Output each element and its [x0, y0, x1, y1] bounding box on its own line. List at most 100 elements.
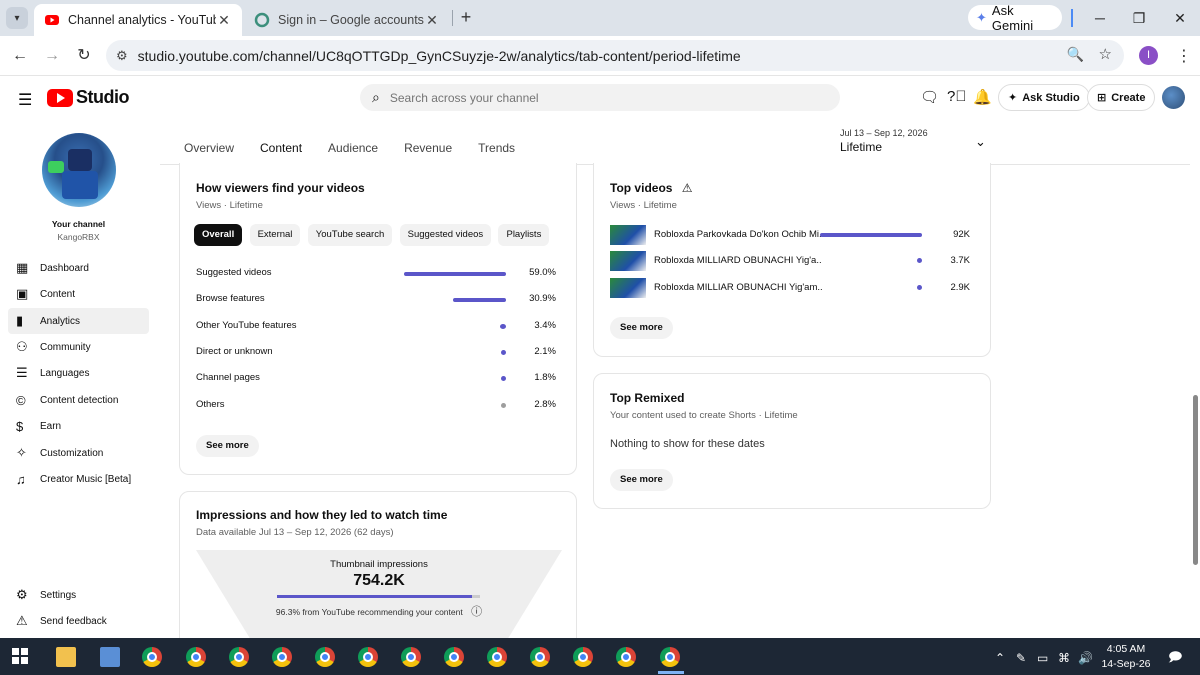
new-tab-button[interactable]: +: [456, 6, 476, 28]
see-more-button[interactable]: See more: [610, 469, 673, 491]
pen-icon[interactable]: ✎: [1016, 651, 1026, 665]
tab-revenue[interactable]: Revenue: [404, 130, 452, 165]
chrome-icon[interactable]: [186, 647, 206, 667]
restore-icon[interactable]: ❐: [1127, 6, 1151, 30]
chip-playlists[interactable]: Playlists: [498, 224, 550, 246]
close-tab-icon[interactable]: ✕: [216, 12, 232, 29]
chrome-icon[interactable]: [142, 647, 162, 667]
impressions-card: Impressions and how they led to watch ti…: [179, 491, 577, 651]
sidebar-item-languages[interactable]: ☰ Languages: [8, 360, 149, 386]
sidebar-item-settings[interactable]: ⚙ Settings: [8, 582, 149, 608]
ask-gemini-button[interactable]: ✦ Ask Gemini: [968, 2, 1062, 33]
bookmark-star-icon[interactable]: ☆: [1099, 45, 1112, 63]
chrome-icon[interactable]: [358, 647, 378, 667]
chrome-icon[interactable]: [530, 647, 550, 667]
chevron-up-icon[interactable]: ⌃: [995, 651, 1005, 665]
notifications-icon[interactable]: 🔔: [973, 88, 992, 106]
tab-search-button[interactable]: ▾: [6, 7, 28, 29]
account-avatar[interactable]: [1162, 86, 1185, 109]
channel-name: KangoRBX: [57, 232, 100, 242]
battery-icon[interactable]: ▭: [1037, 651, 1048, 665]
forward-icon[interactable]: →: [40, 44, 64, 68]
browser-menu-icon[interactable]: ⋮: [1176, 46, 1192, 66]
warning-icon[interactable]: ⚠: [682, 181, 693, 195]
chrome-icon[interactable]: [616, 647, 636, 667]
notification-center-icon[interactable]: 🗩: [1168, 648, 1182, 670]
sidebar-item-feedback[interactable]: ⚠ Send feedback: [8, 608, 149, 634]
chrome-icon[interactable]: [487, 647, 507, 667]
close-window-icon[interactable]: ✕: [1168, 6, 1192, 30]
channel-search[interactable]: ⌕: [360, 84, 840, 111]
video-thumbnail[interactable]: [610, 277, 646, 298]
chrome-icon[interactable]: [573, 647, 593, 667]
top-video-row[interactable]: Robloxda Parkovkada Do'kon Ochib Mi... 92…: [610, 225, 970, 245]
url-text: studio.youtube.com/channel/UC8qOTTGDp_Gy…: [137, 47, 741, 64]
chrome-icon[interactable]: [315, 647, 335, 667]
messages-icon[interactable]: 🗨: [920, 88, 939, 106]
zoom-icon[interactable]: 🔍: [1067, 46, 1084, 63]
top-video-row[interactable]: Robloxda MILLIARD OBUNACHI Yig'a... 3.7K: [610, 251, 970, 272]
traffic-source-row: Other YouTube features 3.4%: [196, 320, 556, 334]
address-bar[interactable]: ⚙ studio.youtube.com/channel/UC8qOTTGDp_…: [106, 40, 1124, 71]
tab-audience[interactable]: Audience: [328, 130, 378, 165]
tab-content[interactable]: Content: [260, 130, 303, 165]
video-thumbnail[interactable]: [610, 251, 646, 272]
browser-toolbar: ← → ↻ ⚙ studio.youtube.com/channel/UC8qO…: [0, 36, 1200, 76]
sidebar-item-dashboard[interactable]: ▦ Dashboard: [8, 255, 149, 281]
period-selector[interactable]: Jul 13 – Sep 12, 2026 Lifetime: [840, 128, 928, 154]
traffic-source-row: Browse features 30.9%: [196, 293, 556, 307]
sidebar-item-content[interactable]: ▣ Content: [8, 281, 149, 307]
top-videos-title: Top videos: [610, 181, 673, 195]
video-title[interactable]: Robloxda Parkovkada Do'kon Ochib Mi...: [654, 229, 822, 240]
create-button[interactable]: ⊞ Create: [1087, 84, 1156, 111]
sidebar-item-community[interactable]: ⚇ Community: [8, 334, 149, 360]
sidebar-item-customization[interactable]: ✧ Customization: [8, 440, 149, 466]
file-explorer-icon[interactable]: [56, 647, 76, 667]
reload-icon[interactable]: ↻: [72, 44, 96, 68]
windows-start-icon[interactable]: [12, 648, 28, 664]
tab-separator: [452, 10, 453, 26]
tab-trends[interactable]: Trends: [478, 130, 515, 165]
chrome-icon[interactable]: [660, 647, 680, 667]
minimize-icon[interactable]: ─: [1088, 6, 1112, 30]
volume-icon[interactable]: 🔊: [1078, 651, 1093, 665]
chip-overall[interactable]: Overall: [194, 224, 243, 246]
see-more-button[interactable]: See more: [196, 435, 259, 457]
browser-tab-signin[interactable]: Sign in – Google accounts ✕: [244, 4, 450, 36]
video-thumbnail[interactable]: [610, 225, 646, 245]
info-icon[interactable]: ⓘ: [471, 606, 482, 618]
back-icon[interactable]: ←: [8, 44, 32, 68]
tab-overview[interactable]: Overview: [184, 130, 234, 165]
sidebar-item-creator-music[interactable]: ♫ Creator Music [Beta]: [8, 466, 149, 492]
chrome-icon[interactable]: [444, 647, 464, 667]
see-more-button[interactable]: See more: [610, 317, 673, 339]
channel-avatar[interactable]: [42, 133, 116, 207]
video-title[interactable]: Robloxda MILLIAR OBUNACHI Yig'am...: [654, 282, 822, 293]
taskbar-clock[interactable]: 4:05 AM 14-Sep-26: [1100, 642, 1152, 672]
sidebar-item-content-detection[interactable]: © Content detection: [8, 387, 149, 413]
studio-logo[interactable]: Studio: [47, 87, 130, 108]
chrome-icon[interactable]: [229, 647, 249, 667]
sidebar-item-earn[interactable]: $ Earn: [8, 413, 149, 439]
sidebar-item-analytics[interactable]: ▮ Analytics: [8, 308, 149, 334]
chrome-icon[interactable]: [401, 647, 421, 667]
chip-external[interactable]: External: [249, 224, 301, 246]
chrome-icon[interactable]: [272, 647, 292, 667]
scrollbar-thumb[interactable]: [1193, 395, 1198, 565]
chip-suggested-videos[interactable]: Suggested videos: [399, 224, 492, 246]
chevron-down-icon[interactable]: ⌄: [975, 134, 986, 150]
site-settings-icon[interactable]: ⚙: [116, 48, 128, 64]
browser-tab-analytics[interactable]: Channel analytics - YouTube Studio ✕: [34, 4, 242, 36]
chip-youtube-search[interactable]: YouTube search: [307, 224, 393, 246]
help-icon[interactable]: ?⃝: [947, 88, 967, 105]
search-input[interactable]: [389, 90, 790, 105]
video-title[interactable]: Robloxda MILLIARD OBUNACHI Yig'a...: [654, 255, 822, 266]
network-icon[interactable]: ⌘: [1058, 651, 1070, 665]
top-video-row[interactable]: Robloxda MILLIAR OBUNACHI Yig'am... 2.9K: [610, 277, 970, 298]
browser-profile-avatar[interactable]: I: [1139, 46, 1158, 65]
hamburger-menu-icon[interactable]: ☰: [18, 90, 32, 110]
close-tab-icon[interactable]: ✕: [424, 12, 440, 29]
calculator-icon[interactable]: [100, 647, 120, 667]
ask-studio-button[interactable]: ✦ Ask Studio: [998, 84, 1090, 111]
ask-gemini-label: Ask Gemini: [991, 2, 1034, 33]
